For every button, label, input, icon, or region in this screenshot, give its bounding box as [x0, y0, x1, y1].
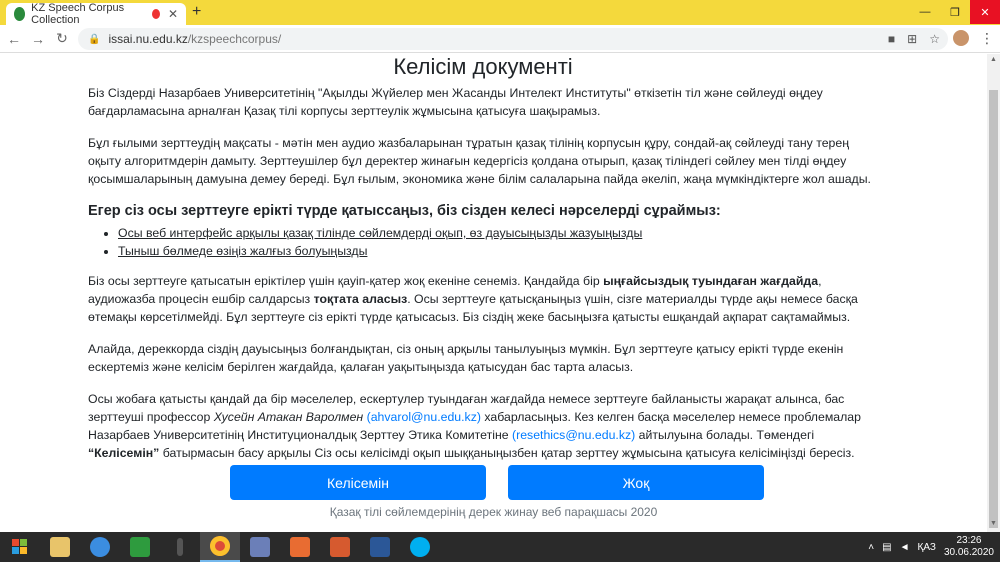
scroll-up-icon[interactable]: ▲	[989, 56, 998, 66]
reload-icon[interactable]: ↻	[52, 30, 72, 47]
browser-menu-icon[interactable]: ⋮	[980, 30, 994, 47]
bookmark-star-icon[interactable]: ☆	[929, 32, 940, 46]
scrollbar-thumb[interactable]	[989, 90, 998, 528]
start-button[interactable]	[0, 532, 40, 562]
camera-icon[interactable]: ■	[888, 32, 895, 46]
requests-list: Осы веб интерфейс арқылы қазақ тілінде с…	[118, 224, 878, 260]
risk-text: Біз осы зерттеуге қатысатын еріктілер үш…	[88, 274, 604, 288]
browser-tab-bar: KZ Speech Corpus Collection ✕ + — ❐ ✕	[0, 0, 1000, 26]
file-explorer-icon[interactable]	[40, 532, 80, 562]
page-footer: Қазақ тілі сөйлемдерінің дерек жинау веб…	[329, 505, 658, 519]
microphone-app-icon[interactable]	[160, 532, 200, 562]
volume-icon[interactable]: ◄	[900, 542, 910, 553]
intro-paragraph: Біз Сіздерді Назарбаев Университетінің "…	[88, 86, 823, 118]
skype-icon[interactable]	[400, 532, 440, 562]
word-icon[interactable]	[360, 532, 400, 562]
purpose-paragraph: Бұл ғылыми зерттеудің мақсаты - мәтін ме…	[88, 136, 871, 186]
tab-close-icon[interactable]: ✕	[168, 7, 178, 21]
consent-buttons: Келісемін Жоқ	[230, 465, 766, 500]
windows-taskbar: ˄ ▤ ◄ ҚАЗ 23:26 30.06.2020	[0, 532, 1000, 562]
paint-app-icon[interactable]	[240, 532, 280, 562]
url-host: issai.nu.edu.kz	[108, 32, 188, 46]
tab-title: KZ Speech Corpus Collection	[31, 2, 125, 26]
recorder-app-icon[interactable]	[280, 532, 320, 562]
ethics-email-link[interactable]: (resethics@nu.edu.kz)	[512, 428, 635, 442]
researcher-email-link[interactable]: (ahvarol@nu.edu.kz)	[367, 410, 481, 424]
language-indicator[interactable]: ҚАЗ	[918, 542, 936, 553]
identification-paragraph: Алайда, дереккорда сіздің дауысыңыз болғ…	[88, 342, 844, 374]
internet-explorer-icon[interactable]	[80, 532, 120, 562]
maximize-button[interactable]: ❐	[940, 0, 970, 24]
agree-reference: “Келісемін”	[88, 446, 160, 460]
page-scrollbar[interactable]: ▲ ▼	[987, 54, 1000, 532]
risk-paragraph: Біз осы зерттеуге қатысатын еріктілер үш…	[88, 272, 878, 326]
researcher-name: Хусейн Атакан Варолмен	[213, 410, 364, 424]
recording-indicator-icon	[151, 9, 160, 19]
clock[interactable]: 23:26 30.06.2020	[944, 535, 994, 559]
address-toolbar: ← → ↻ 🔒 issai.nu.edu.kz/kzspeechcorpus/ …	[0, 25, 1000, 53]
clock-time: 23:26	[956, 535, 982, 546]
risk-bold-text: тоқтата аласыз	[313, 292, 408, 306]
list-item: Осы веб интерфейс арқылы қазақ тілінде с…	[118, 224, 878, 242]
web-page: Келісім документі Біз Сіздерді Назарбаев…	[0, 54, 987, 532]
store-icon[interactable]	[120, 532, 160, 562]
profile-avatar[interactable]	[953, 30, 969, 46]
windows-logo-icon	[12, 539, 27, 554]
forward-arrow-icon[interactable]: →	[28, 31, 48, 47]
contact-text: айтылуына болады. Төмендегі	[635, 428, 815, 442]
lock-icon: 🔒	[88, 33, 101, 45]
translate-icon[interactable]: ⊞	[907, 32, 917, 46]
minimize-button[interactable]: —	[910, 0, 940, 24]
chrome-icon[interactable]	[200, 532, 240, 562]
scroll-down-icon[interactable]: ▼	[989, 520, 998, 530]
screenshot-app-icon[interactable]	[320, 532, 360, 562]
risk-bold-text: ыңғайсыздық туындаған жағдайда	[603, 274, 819, 288]
browser-tab[interactable]: KZ Speech Corpus Collection ✕	[6, 2, 186, 26]
contact-paragraph: Осы жобаға қатысты қандай да бір мәселел…	[88, 390, 878, 462]
new-tab-button[interactable]: +	[192, 3, 201, 21]
close-window-button[interactable]: ✕	[970, 0, 1000, 24]
url-bar[interactable]: 🔒 issai.nu.edu.kz/kzspeechcorpus/ ■ ⊞ ☆	[78, 28, 948, 50]
contact-text: батырмасын басу арқылы Сіз осы келісімді…	[159, 446, 855, 460]
system-tray: ˄ ▤ ◄ ҚАЗ 23:26 30.06.2020	[868, 532, 994, 562]
decline-button[interactable]: Жоқ	[508, 465, 764, 500]
agree-button[interactable]: Келісемін	[230, 465, 486, 500]
consent-content: Келісім документі Біз Сіздерді Назарбаев…	[88, 54, 878, 476]
page-title: Келісім документі	[393, 54, 573, 79]
url-bar-icons: ■ ⊞ ☆	[888, 32, 940, 46]
list-item: Тыныш бөлмеде өзіңіз жалғыз болуыңызды	[118, 242, 878, 260]
requests-heading: Егер сіз осы зерттеуге ерікті түрде қаты…	[88, 203, 721, 219]
url-path: /kzspeechcorpus/	[187, 32, 282, 46]
back-arrow-icon[interactable]: ←	[4, 31, 24, 47]
site-favicon-icon	[14, 7, 26, 21]
network-icon[interactable]: ▤	[882, 542, 891, 553]
tray-arrow-icon[interactable]: ˄	[868, 542, 874, 553]
clock-date: 30.06.2020	[943, 547, 994, 558]
window-controls: — ❐ ✕	[910, 0, 1000, 24]
